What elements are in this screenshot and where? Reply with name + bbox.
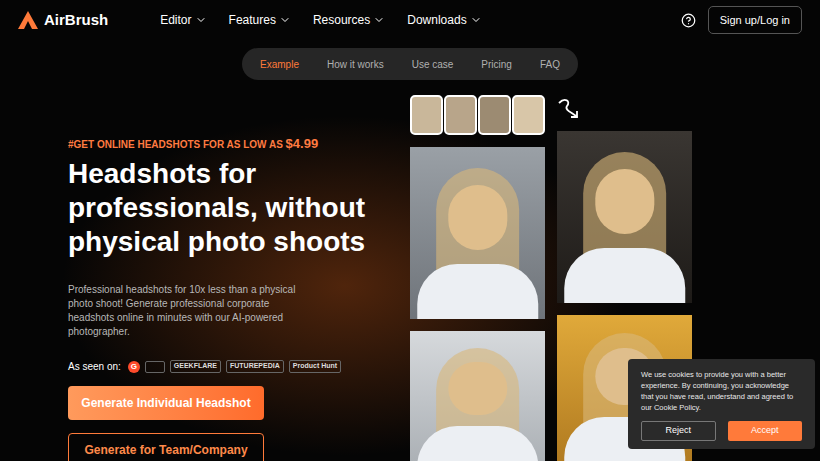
header: AirBrush Editor Features Resources Downloads… bbox=[0, 0, 820, 40]
subnav-tab[interactable]: How it works bbox=[327, 57, 384, 72]
subnav-tab[interactable]: Use case bbox=[412, 57, 454, 72]
press-logo bbox=[145, 361, 165, 373]
thumbnail-row bbox=[410, 95, 545, 135]
reject-button[interactable]: Reject bbox=[641, 421, 716, 441]
cookie-banner: We use cookies to provide you with a bet… bbox=[628, 359, 815, 449]
press-logo: Product Hunt bbox=[289, 360, 341, 373]
press-logo: GEEKFLARE bbox=[170, 360, 221, 373]
press-logo: FUTUREPEDIA bbox=[226, 360, 284, 373]
nav-item[interactable]: Resources bbox=[313, 11, 385, 29]
headshot-photo bbox=[410, 147, 545, 319]
chevron-down-icon bbox=[195, 14, 207, 26]
thumbnail[interactable] bbox=[444, 95, 477, 135]
signup-button[interactable]: Sign up/Log in bbox=[708, 6, 802, 35]
thumbnail[interactable] bbox=[512, 95, 545, 135]
tagline: #GET ONLINE HEADSHOTS FOR AS LOW AS $4.9… bbox=[68, 136, 410, 153]
help-icon[interactable] bbox=[681, 13, 696, 28]
as-seen-on: As seen on:GGEEKFLAREFUTUREPEDIAProduct … bbox=[68, 359, 410, 374]
main-nav: Editor Features Resources Downloads bbox=[160, 11, 481, 29]
subnav-tab[interactable]: Pricing bbox=[481, 57, 512, 72]
hero-description: Professional headshots for 10x less than… bbox=[68, 283, 313, 339]
page: AirBrush Editor Features Resources Downloads… bbox=[0, 0, 820, 461]
curved-arrow-icon bbox=[557, 97, 583, 121]
nav-item[interactable]: Features bbox=[229, 11, 291, 29]
nav-item[interactable]: Editor bbox=[160, 11, 206, 29]
generate-individual-button[interactable]: Generate Individual Headshot bbox=[68, 386, 264, 420]
generate-team-button[interactable]: Generate for Team/Company bbox=[68, 433, 264, 461]
subnav-tab[interactable]: FAQ bbox=[540, 57, 560, 72]
logo[interactable]: AirBrush bbox=[18, 9, 108, 32]
thumbnail[interactable] bbox=[410, 95, 443, 135]
press-logo: G bbox=[128, 361, 140, 373]
headshot-photo bbox=[557, 131, 692, 303]
chevron-down-icon bbox=[279, 14, 291, 26]
nav-item[interactable]: Downloads bbox=[407, 11, 481, 29]
thumbnail[interactable] bbox=[478, 95, 511, 135]
headshot-photo bbox=[410, 331, 545, 461]
subnav-tab[interactable]: Example bbox=[260, 57, 299, 72]
hero-title: Headshots for professionals, without phy… bbox=[68, 157, 388, 259]
chevron-down-icon bbox=[373, 14, 385, 26]
chevron-down-icon bbox=[470, 14, 482, 26]
logo-icon bbox=[18, 11, 38, 29]
subnav: Example How it works Use case Pricing FAQ bbox=[242, 48, 578, 80]
accept-button[interactable]: Accept bbox=[728, 421, 803, 441]
